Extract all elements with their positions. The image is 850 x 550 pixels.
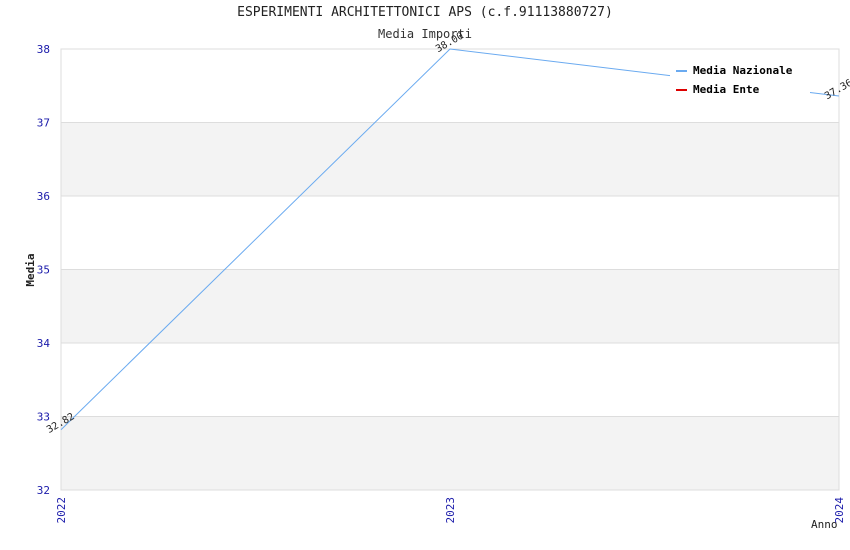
y-axis-label: Media [24,253,37,286]
legend-label-media-nazionale: Media Nazionale [693,64,793,77]
grid-band [61,343,839,417]
y-tick-label: 33 [37,411,50,424]
grid-band [61,122,839,196]
grid-band [61,196,839,270]
y-tick-label: 35 [37,264,50,277]
y-tick-label: 38 [37,43,50,56]
y-tick-label: 37 [37,117,50,130]
legend-label-media-ente: Media Ente [693,83,760,96]
legend: Media Nazionale Media Ente [670,60,810,102]
x-axis-ticks: 2022 2023 2024 [55,497,846,524]
grid-band [61,269,839,343]
grid-band [61,416,839,490]
y-tick-label: 32 [37,484,50,497]
x-axis-label: Anno [811,518,838,531]
y-tick-label: 36 [37,190,50,203]
x-tick-label: 2022 [55,497,68,524]
x-tick-label: 2023 [444,497,457,524]
legend-swatch-media-ente [676,89,687,91]
legend-item-media-nazionale: Media Nazionale [676,64,792,78]
y-tick-label: 34 [37,337,51,350]
legend-swatch-media-nazionale [676,70,687,72]
legend-item-media-ente: Media Ente [676,83,759,97]
